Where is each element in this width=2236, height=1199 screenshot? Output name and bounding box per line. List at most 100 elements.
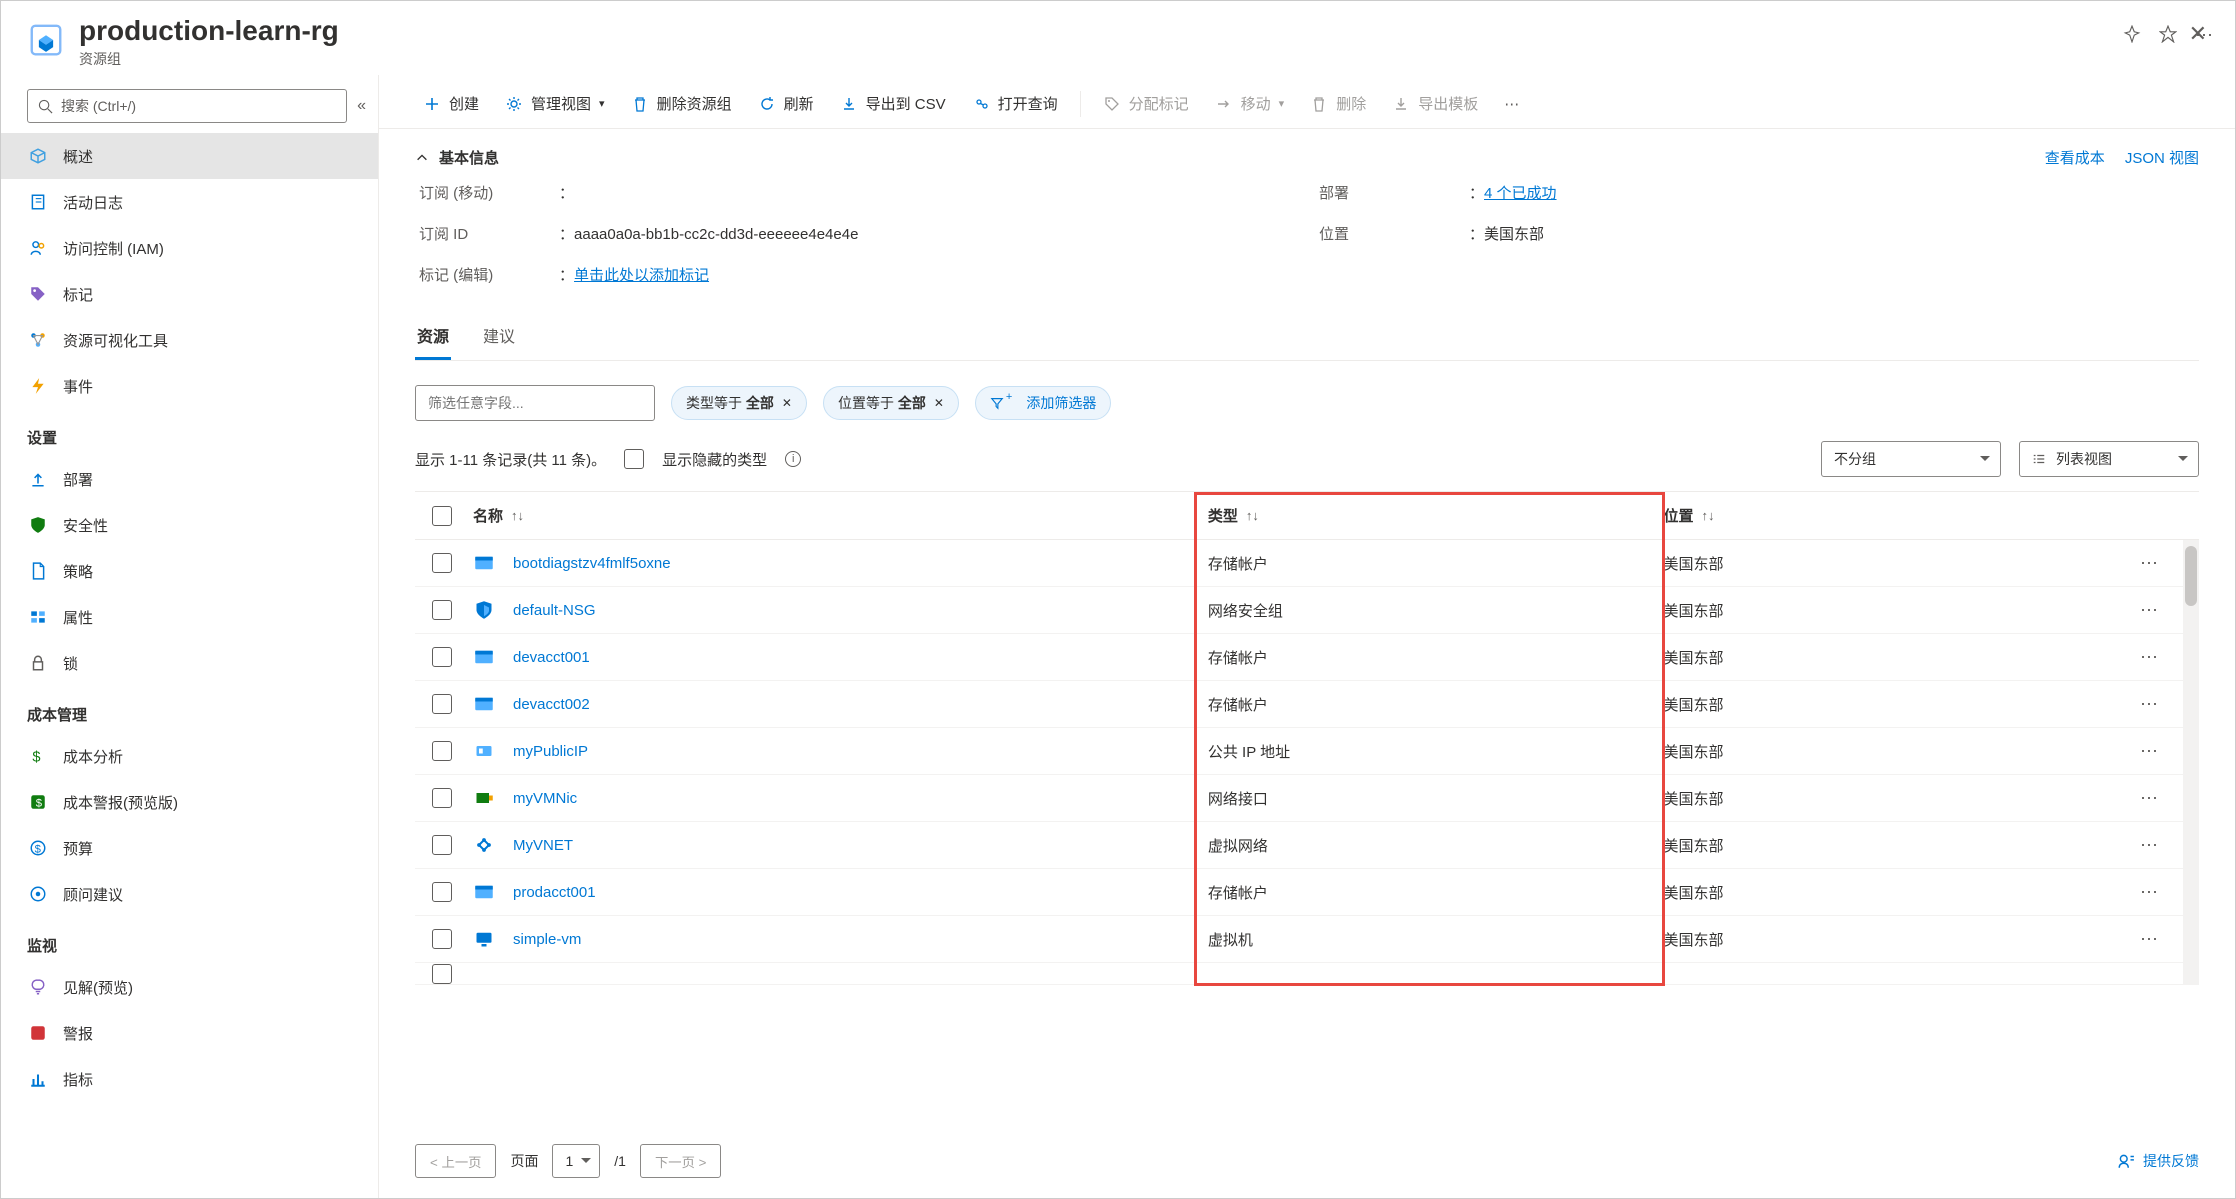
sidebar-item-overview[interactable]: 概述 bbox=[1, 133, 378, 179]
filter-input[interactable] bbox=[415, 385, 655, 421]
view-costs-link[interactable]: 查看成本 bbox=[2045, 147, 2105, 168]
resource-link[interactable]: myPublicIP bbox=[513, 743, 588, 760]
deployments-label: 部署 bbox=[1319, 182, 1439, 203]
close-icon[interactable]: ✕ bbox=[2189, 21, 2207, 47]
sidebar-item-budget[interactable]: $ 预算 bbox=[1, 825, 378, 871]
sidebar-item-lock[interactable]: 锁 bbox=[1, 640, 378, 686]
delete-rg-button[interactable]: 删除资源组 bbox=[619, 87, 744, 120]
select-all-checkbox[interactable] bbox=[432, 506, 452, 526]
sidebar-item-alerts2[interactable]: 警报 bbox=[1, 1010, 378, 1056]
sidebar-item-activity[interactable]: 活动日志 bbox=[1, 179, 378, 225]
sidebar-item-vis[interactable]: 资源可视化工具 bbox=[1, 317, 378, 363]
row-more-icon[interactable]: ⋯ bbox=[2140, 600, 2158, 620]
resource-link[interactable]: devacct002 bbox=[513, 696, 590, 713]
sidebar-item-events[interactable]: 事件 bbox=[1, 363, 378, 409]
assign-tags-button[interactable]: 分配标记 bbox=[1091, 87, 1201, 120]
row-checkbox[interactable] bbox=[432, 835, 452, 855]
toolbar-more-button[interactable]: ⋯ bbox=[1492, 89, 1531, 119]
records-summary: 显示 1-11 条记录(共 11 条)。 显示隐藏的类型 i 不分组 列表视图 bbox=[415, 441, 2199, 477]
sidebar-item-tags[interactable]: 标记 bbox=[1, 271, 378, 317]
location-filter-pill[interactable]: 位置等于 全部✕ bbox=[823, 386, 959, 420]
sidebar-item-security[interactable]: 安全性 bbox=[1, 502, 378, 548]
sidebar-item-cost-analysis[interactable]: $ 成本分析 bbox=[1, 733, 378, 779]
refresh-button[interactable]: 刷新 bbox=[746, 87, 826, 120]
resource-link[interactable]: MyVNET bbox=[513, 837, 573, 854]
collapse-sidebar-icon[interactable]: « bbox=[357, 97, 366, 115]
row-checkbox[interactable] bbox=[432, 929, 452, 949]
column-header-type[interactable]: 类型↑↓ bbox=[1202, 505, 1664, 526]
view-mode-dropdown[interactable]: 列表视图 bbox=[2019, 441, 2199, 477]
search-placeholder: 搜索 (Ctrl+/) bbox=[61, 96, 136, 116]
close-icon[interactable]: ✕ bbox=[782, 396, 792, 410]
manage-view-button[interactable]: 管理视图▾ bbox=[493, 87, 617, 120]
toolbar: 创建 管理视图▾ 删除资源组 刷新 导出到 CSV 打开查询 分配标记 移动▾ … bbox=[379, 75, 2235, 129]
row-checkbox[interactable] bbox=[432, 741, 452, 761]
move-subscription-link[interactable]: 移动 bbox=[458, 185, 488, 202]
sidebar-item-iam[interactable]: 访问控制 (IAM) bbox=[1, 225, 378, 271]
column-header-name[interactable]: 名称↑↓ bbox=[469, 505, 1202, 526]
sidebar-search-input[interactable]: 搜索 (Ctrl+/) bbox=[27, 89, 347, 123]
move-button[interactable]: 移动▾ bbox=[1203, 87, 1297, 120]
resource-link[interactable]: prodacct001 bbox=[513, 884, 596, 901]
type-filter-pill[interactable]: 类型等于 全部✕ bbox=[671, 386, 807, 420]
column-header-location[interactable]: 位置↑↓ bbox=[1663, 505, 2119, 526]
export-template-button[interactable]: 导出模板 bbox=[1380, 87, 1490, 120]
sidebar-item-cost-alert[interactable]: $ 成本警报(预览版) bbox=[1, 779, 378, 825]
row-more-icon[interactable]: ⋯ bbox=[2140, 788, 2158, 808]
export-csv-button[interactable]: 导出到 CSV bbox=[828, 87, 958, 120]
row-more-icon[interactable]: ⋯ bbox=[2140, 929, 2158, 949]
sidebar-item-insights[interactable]: 见解(预览) bbox=[1, 964, 378, 1010]
tab-resources[interactable]: 资源 bbox=[415, 313, 451, 360]
scrollbar-thumb[interactable] bbox=[2185, 546, 2197, 606]
sidebar-item-advisor[interactable]: 顾问建议 bbox=[1, 871, 378, 917]
page-select[interactable]: 1 bbox=[552, 1144, 600, 1178]
delete-button[interactable]: 删除 bbox=[1298, 87, 1378, 120]
sidebar-item-deploy[interactable]: 部署 bbox=[1, 456, 378, 502]
row-more-icon[interactable]: ⋯ bbox=[2140, 882, 2158, 902]
row-checkbox[interactable] bbox=[432, 694, 452, 714]
favorite-icon[interactable] bbox=[2159, 25, 2177, 46]
row-checkbox[interactable] bbox=[432, 788, 452, 808]
tags-label: 标记 (编辑) bbox=[419, 264, 529, 285]
row-more-icon[interactable]: ⋯ bbox=[2140, 553, 2158, 573]
resource-link[interactable]: simple-vm bbox=[513, 931, 581, 948]
row-checkbox[interactable] bbox=[432, 600, 452, 620]
next-page-button[interactable]: 下一页 > bbox=[640, 1144, 721, 1178]
prev-page-button[interactable]: < 上一页 bbox=[415, 1144, 496, 1178]
pin-icon[interactable] bbox=[2123, 25, 2141, 46]
feedback-link[interactable]: 提供反馈 bbox=[2117, 1151, 2199, 1171]
people-icon bbox=[27, 237, 49, 259]
sidebar-item-label: 顾问建议 bbox=[63, 884, 123, 905]
open-query-button[interactable]: 打开查询 bbox=[960, 87, 1070, 120]
resource-type: 存储帐户 bbox=[1202, 553, 1664, 574]
sidebar-item-policy[interactable]: 策略 bbox=[1, 548, 378, 594]
info-icon[interactable]: i bbox=[785, 451, 801, 467]
row-checkbox[interactable] bbox=[432, 964, 452, 984]
create-button[interactable]: 创建 bbox=[411, 87, 491, 120]
edit-tags-link[interactable]: 编辑 bbox=[458, 267, 488, 284]
chevron-up-icon[interactable] bbox=[415, 151, 429, 165]
row-checkbox[interactable] bbox=[432, 647, 452, 667]
tab-advisor[interactable]: 建议 bbox=[481, 313, 517, 360]
close-icon[interactable]: ✕ bbox=[934, 396, 944, 410]
resource-link[interactable]: devacct001 bbox=[513, 649, 590, 666]
row-more-icon[interactable]: ⋯ bbox=[2140, 694, 2158, 714]
show-hidden-checkbox[interactable] bbox=[624, 449, 644, 469]
row-checkbox[interactable] bbox=[432, 553, 452, 573]
grouping-dropdown[interactable]: 不分组 bbox=[1821, 441, 2001, 477]
resource-type: 存储帐户 bbox=[1202, 694, 1664, 715]
add-tags-link[interactable]: 单击此处以添加标记 bbox=[574, 267, 709, 284]
resource-link[interactable]: myVMNic bbox=[513, 790, 577, 807]
row-more-icon[interactable]: ⋯ bbox=[2140, 647, 2158, 667]
row-more-icon[interactable]: ⋯ bbox=[2140, 835, 2158, 855]
scrollbar[interactable] bbox=[2183, 540, 2199, 985]
json-view-link[interactable]: JSON 视图 bbox=[2125, 147, 2199, 168]
add-filter-button[interactable]: +添加筛选器 bbox=[975, 386, 1111, 420]
sidebar-item-metrics[interactable]: 指标 bbox=[1, 1056, 378, 1102]
row-more-icon[interactable]: ⋯ bbox=[2140, 741, 2158, 761]
resource-link[interactable]: default-NSG bbox=[513, 602, 596, 619]
resource-link[interactable]: bootdiagstzv4fmlf5oxne bbox=[513, 555, 671, 572]
resource-type: 存储帐户 bbox=[1202, 882, 1664, 903]
sidebar-item-props[interactable]: 属性 bbox=[1, 594, 378, 640]
row-checkbox[interactable] bbox=[432, 882, 452, 902]
